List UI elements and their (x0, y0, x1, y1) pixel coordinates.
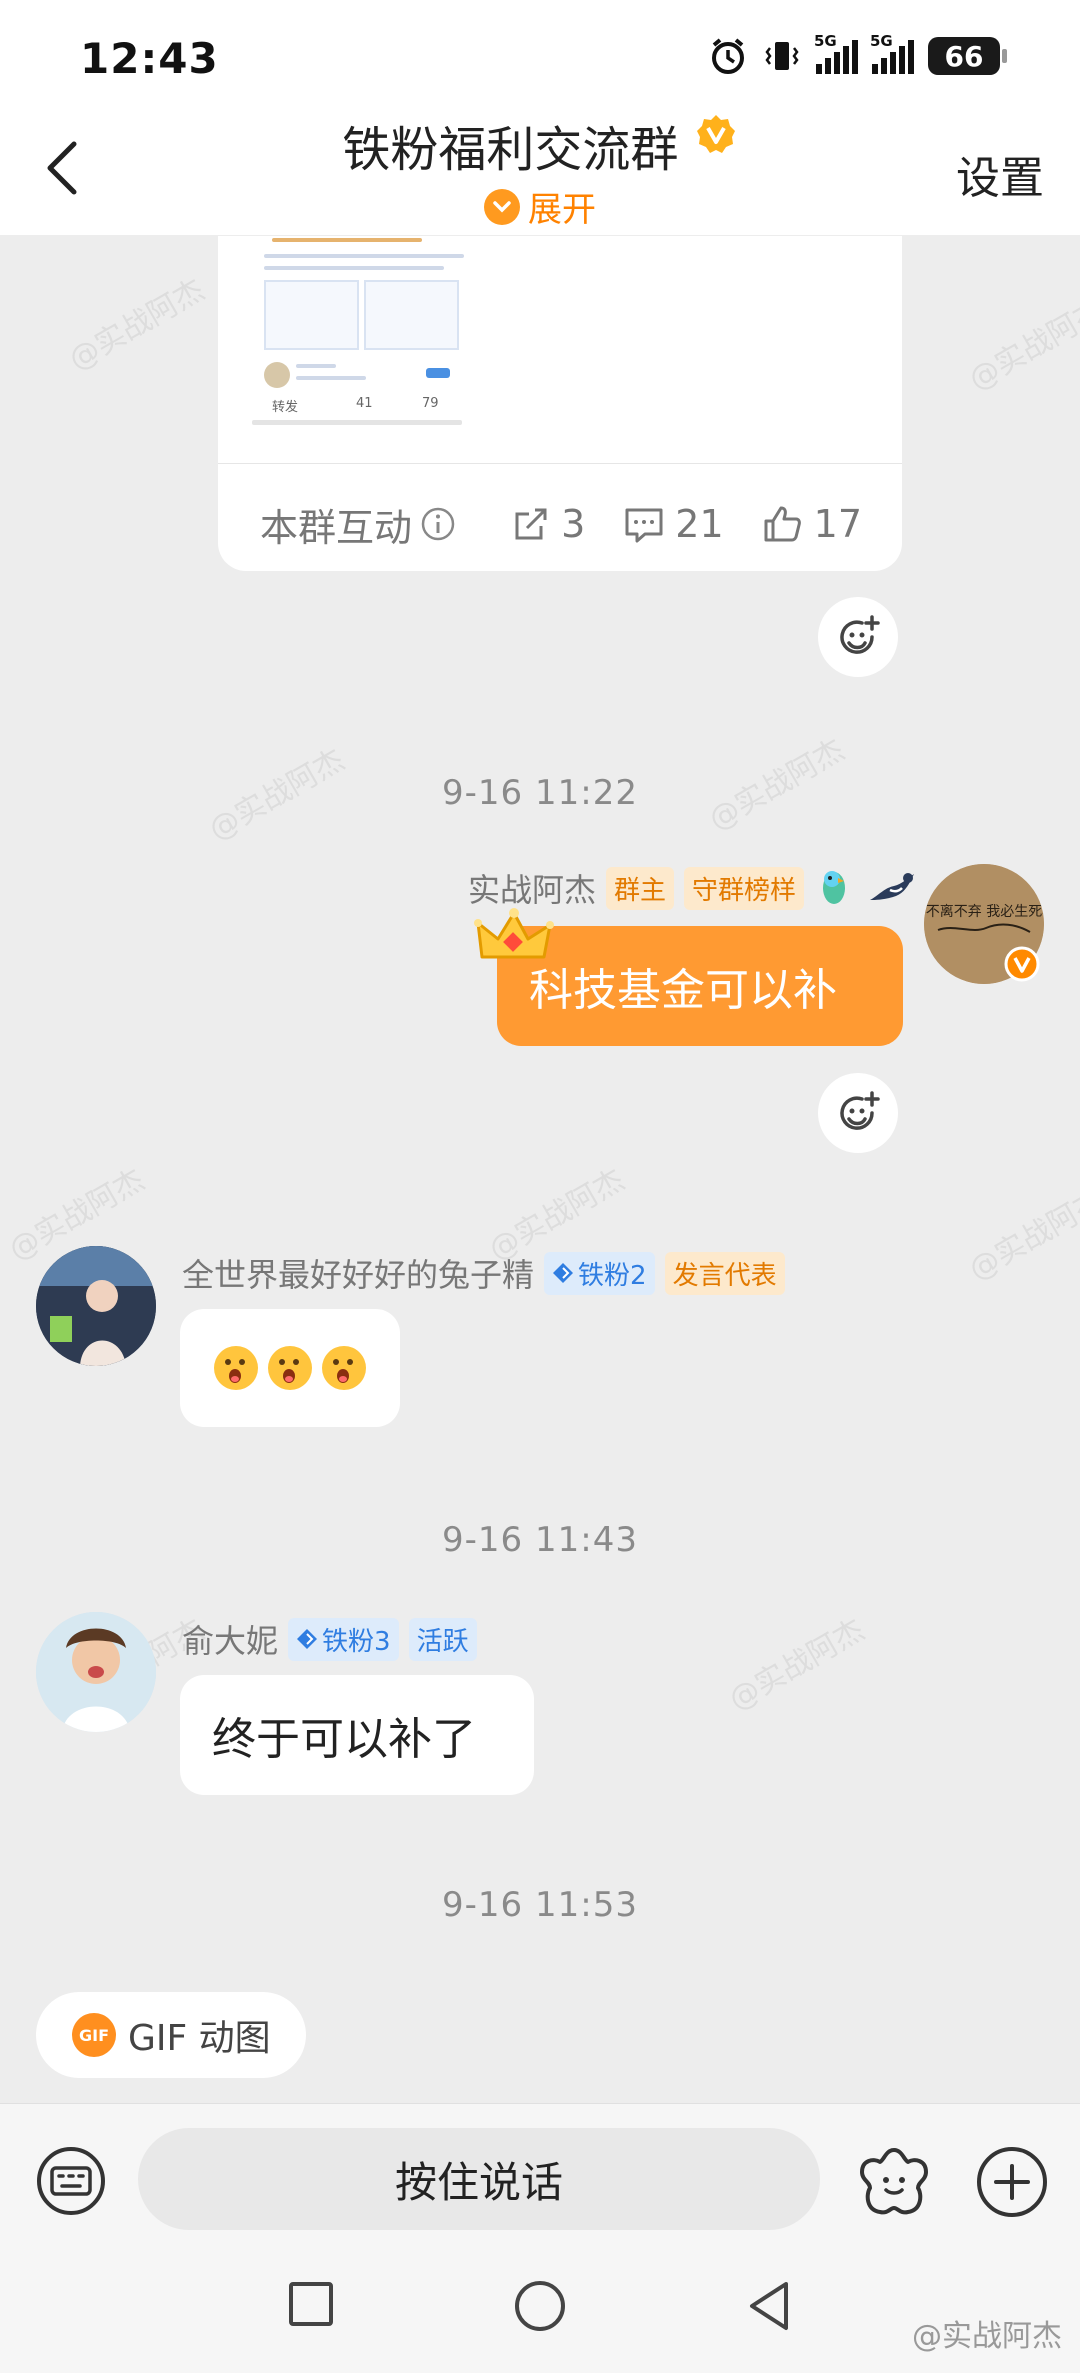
sticker-icon (860, 2148, 928, 2215)
like-stat[interactable]: 17 (762, 502, 862, 546)
comment-icon (625, 508, 663, 543)
info-icon (421, 507, 455, 541)
role-tag: 活跃 (408, 1617, 477, 1661)
thumb-comment-count: 41 (356, 396, 373, 411)
triangle-back-icon (750, 2282, 788, 2330)
smiley-plus-icon (840, 615, 880, 654)
expand-label: 展开 (528, 190, 596, 230)
weibo-watermark: @实战阿杰 (912, 2319, 1062, 2354)
watermark: @实战阿杰 (723, 1612, 871, 1718)
input-bar: 按住说话 (0, 2103, 1080, 2253)
thumb-forward: 转发 (272, 400, 299, 415)
role-tag: 守群榜样 (683, 866, 804, 910)
square-icon (289, 2282, 333, 2326)
status-icons: 5G 5G 66 (708, 32, 1007, 76)
sender-name: 俞大妮 (182, 1622, 279, 1660)
home-button[interactable] (513, 2279, 567, 2337)
watermark: @实战阿杰 (963, 292, 1080, 398)
avatar[interactable] (36, 1246, 156, 1366)
gif-icon: GIF (72, 2013, 116, 2057)
parrot-badge-icon (823, 871, 845, 904)
message-bubble[interactable]: 终于可以补了 (180, 1675, 534, 1795)
vibrate-icon (765, 42, 799, 70)
expand-button[interactable]: 展开 (0, 182, 1080, 231)
message-timestamp: 9-16 11:53 (442, 1885, 638, 1925)
message-text: 科技基金可以补 (529, 965, 837, 1016)
diamond-icon (553, 1263, 574, 1283)
settings-button[interactable]: 设置 (956, 142, 1044, 206)
post-thumbnail: 转发 41 79 (252, 236, 782, 431)
avatar[interactable] (36, 1612, 156, 1732)
share-icon (515, 508, 547, 540)
add-more-button[interactable] (974, 2144, 1050, 2220)
keyboard-button[interactable] (36, 2146, 106, 2216)
comment-stat[interactable]: 21 (623, 502, 724, 546)
message-timestamp: 9-16 11:43 (442, 1520, 638, 1560)
role-tag: 发言代表 (664, 1251, 785, 1295)
battery-icon: 66 (928, 37, 1007, 75)
message-text: 终于可以补了 (212, 1714, 476, 1765)
watermark: @实战阿杰 (963, 1182, 1080, 1288)
group-interaction[interactable]: 本群互动 (260, 497, 456, 552)
smiley-plus-icon (840, 1091, 880, 1130)
thumbs-up-icon (764, 506, 801, 542)
avatar-photo (36, 1246, 156, 1366)
chat-header: 铁粉福利交流群 展开 设置 (0, 100, 1080, 235)
status-time: 12:43 (80, 34, 219, 83)
share-stat[interactable]: 3 (511, 502, 585, 546)
system-navigation-bar: @实战阿杰 (0, 2253, 1080, 2373)
fan-level-tag: 铁粉2 (544, 1251, 655, 1295)
crown-bubble-decoration-icon (474, 908, 554, 959)
sender-info: 俞大妮 铁粉3 活跃 (182, 1616, 477, 1662)
add-reaction-button[interactable] (818, 597, 898, 677)
shared-post-card[interactable]: 转发 41 79 本群互动 3 21 17 (218, 236, 902, 571)
alarm-icon (712, 38, 744, 74)
message-timestamp: 9-16 11:22 (442, 773, 638, 813)
magpie-badge-icon (870, 873, 914, 900)
add-reaction-button[interactable] (818, 1073, 898, 1153)
status-bar: 12:43 5G 5G 66 (0, 0, 1080, 115)
card-divider (218, 463, 902, 464)
verified-v-icon (1004, 946, 1040, 982)
diamond-icon (297, 1629, 318, 1649)
watermark: @实战阿杰 (63, 272, 211, 378)
fan-level-tag: 铁粉3 (288, 1617, 399, 1661)
keyboard-icon (37, 2147, 105, 2215)
sender-name: 全世界最好好好的兔子精 (182, 1256, 535, 1294)
emoji-button[interactable] (856, 2144, 932, 2220)
surprised-emoji-icon (214, 1346, 366, 1390)
back-system-button[interactable] (744, 2279, 794, 2337)
chevron-down-icon (484, 188, 520, 225)
circle-icon (515, 2281, 565, 2331)
recent-apps-button[interactable] (286, 2279, 336, 2333)
card-stats: 本群互动 3 21 17 (260, 494, 862, 554)
thumb-like-count: 79 (422, 396, 439, 411)
svg-text:你若不离不弃 我必生死相依: 你若不离不弃 我必生死相依 (924, 903, 1044, 920)
thumb-avatar (264, 362, 290, 388)
plus-circle-icon (977, 2147, 1047, 2217)
sender-info: 全世界最好好好的兔子精 铁粉2 发言代表 (182, 1250, 785, 1296)
signal-5g-icon: 5G (814, 32, 858, 74)
hold-to-talk-button[interactable]: 按住说话 (138, 2128, 820, 2230)
gif-button[interactable]: GIF GIF 动图 (36, 1992, 306, 2078)
gif-label: GIF 动图 (128, 2018, 271, 2059)
thumb-follow-button (426, 368, 450, 378)
message-bubble[interactable]: 😲😲😲 (180, 1309, 400, 1427)
role-tag: 群主 (605, 866, 674, 910)
signal-5g-icon: 5G (870, 32, 914, 74)
avatar-photo (36, 1612, 156, 1732)
group-title: 铁粉福利交流群 (0, 110, 1080, 180)
verified-v-icon (696, 115, 735, 153)
